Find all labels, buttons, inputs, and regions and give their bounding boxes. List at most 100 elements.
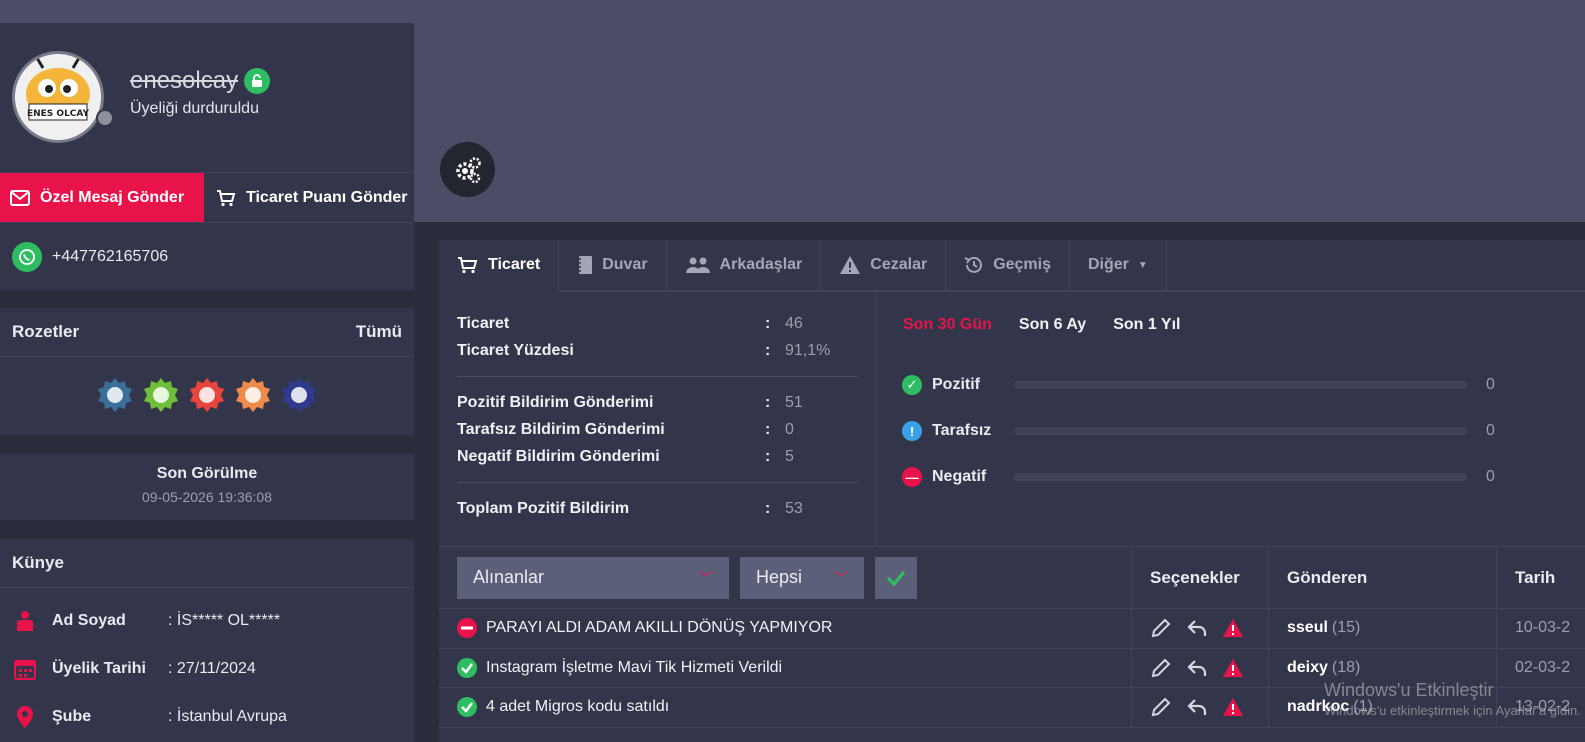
tab-label: Arkadaşlar [719,256,803,273]
feedback-title-cell: 4 adet Migros kodu satıldı [439,688,1132,727]
type-select-value: Alınanlar [473,567,545,587]
stat-row: Ticaret:46 [457,310,858,337]
tab-trade[interactable]: Ticaret [439,240,560,292]
positive-status-icon [457,657,477,678]
thumbs-up-badge-icon[interactable] [235,377,271,413]
period-6-months[interactable]: Son 6 Ay [1019,316,1086,334]
history-icon [964,256,983,273]
stat-row: Ticaret Yüzdesi:91,1% [457,337,858,364]
folder-badge-icon[interactable] [143,377,179,413]
table-filters: Alınanlar ﹀ Hepsi ﹀ [439,547,1132,608]
profile-tabs: Ticaret Duvar Arkadaşlar Cezalar Geçmiş … [439,240,1585,292]
stat-value: 5 [785,447,794,465]
positive-status-icon [457,697,477,718]
date-cell: 10-03-2 [1515,619,1571,637]
svg-text:ENES OLCAY: ENES OLCAY [27,109,90,119]
stat-row: Toplam Pozitif Bildirim:53 [457,495,858,522]
profile-sidebar: ENES OLCAY enesolcay Üyeliği durduruldu … [0,23,414,742]
sender-name[interactable]: nadrkoc [1287,698,1349,716]
avatar[interactable]: ENES OLCAY [12,51,104,143]
stat-value: 53 [785,499,803,517]
feedback-title-cell: Instagram İşletme Mavi Tik Hizmeti Veril… [439,648,1132,687]
sender-cell[interactable]: sseul (15) [1269,609,1497,648]
rating-label: Negatif [932,468,987,485]
sender-cell[interactable]: deixy (18) [1269,648,1497,687]
profile-card: ENES OLCAY enesolcay Üyeliği durduruldu [0,23,414,173]
report-warning-icon[interactable] [1222,657,1244,679]
trade-panel: Ticaret Duvar Arkadaşlar Cezalar Geçmiş … [439,240,1585,742]
stat-value: 46 [785,314,803,332]
table-row[interactable]: 4 adet Migros kodu satıldı nadrkoc (1) 13-0… [439,688,1585,728]
tab-other[interactable]: Diğer ▼ [1070,240,1167,290]
feedback-title: Instagram İşletme Mavi Tik Hizmeti Veril… [486,658,783,676]
kunye-value: : İS***** OL***** [168,612,281,629]
calendar-icon [12,658,38,680]
edit-pencil-icon[interactable] [1150,617,1172,639]
stat-value: 51 [785,393,803,411]
settings-button[interactable] [440,142,495,197]
sender-count: (15) [1331,619,1361,637]
tab-history[interactable]: Geçmiş [946,240,1070,290]
col-sender[interactable]: Gönderen [1269,547,1497,608]
sender-cell[interactable]: nadrkoc (1) [1269,688,1497,727]
kunye-label: Üyelik Tarihi [52,660,146,677]
col-date[interactable]: Tarih [1497,547,1585,608]
stat-colon: : [765,499,771,517]
reply-icon[interactable] [1186,617,1208,639]
phone-row[interactable]: +447762165706 [0,223,414,290]
chat-badge-icon[interactable] [97,377,133,413]
stat-label: Toplam Pozitif Bildirim [457,499,630,517]
badges-all-link[interactable]: Tümü [356,322,402,342]
rating-label: Tarafsız [932,422,992,439]
caret-down-icon: ▼ [1137,259,1148,271]
report-warning-icon[interactable] [1222,617,1244,639]
scope-select[interactable]: Hepsi ﹀ [740,556,864,599]
cart-icon [217,189,236,206]
rating-count: 0 [1486,468,1495,485]
divider [457,376,858,377]
sender-name[interactable]: sseul [1287,619,1328,637]
apply-filter-button[interactable] [875,556,917,599]
reply-icon[interactable] [1186,657,1208,679]
stat-label: Negatif Bildirim Gönderimi [457,447,660,465]
tab-label: Cezalar [870,256,928,273]
kunye-card: Künye Ad Soyad : İS***** OL***** Üyelik … [0,539,414,742]
tab-friends[interactable]: Arkadaşlar [667,240,822,290]
tab-penalties[interactable]: Cezalar [821,240,947,290]
date-cell: 02-03-2 [1515,658,1571,676]
report-warning-icon[interactable] [1222,696,1244,718]
sender-name[interactable]: deixy [1287,659,1328,677]
feedback-options-cell [1132,688,1269,727]
chevron-down-icon: ﹀ [699,569,713,586]
table-row[interactable]: PARAYI ALDI ADAM AKILLI DÖNÜŞ YAPMIYOR ss… [439,609,1585,649]
handshake-badge-icon[interactable] [189,377,225,413]
negative-status-icon [457,618,477,639]
person-icon [12,610,38,632]
rating-label: Pozitif [932,376,980,393]
last-seen-title: Son Görülme [156,465,258,482]
table-row[interactable]: Instagram İşletme Mavi Tik Hizmeti Veril… [439,648,1585,688]
stat-label: Pozitif Bildirim Gönderimi [457,393,654,411]
tab-label: Ticaret [488,256,541,273]
trade-stats: Ticaret:46 Ticaret Yüzdesi:91,1% Pozitif… [439,292,877,546]
smiley-badge-icon[interactable] [281,377,317,413]
feedback-options-cell [1132,609,1269,648]
kunye-label: Şube [52,708,92,725]
tab-wall[interactable]: Duvar [559,240,667,290]
rating-status-icon: ✓ [902,375,922,395]
feedback-title-cell: PARAYI ALDI ADAM AKILLI DÖNÜŞ YAPMIYOR [439,609,1132,648]
period-30-days[interactable]: Son 30 Gün [903,316,992,334]
type-select[interactable]: Alınanlar ﹀ [457,556,729,599]
warning-icon [840,256,861,274]
unlock-icon [244,68,271,94]
period-1-year[interactable]: Son 1 Yıl [1113,316,1180,334]
kunye-label: Ad Soyad [52,612,126,629]
edit-pencil-icon[interactable] [1150,696,1172,718]
tab-label: Diğer [1088,256,1129,273]
reply-icon[interactable] [1186,696,1208,718]
stat-value: 0 [785,420,794,438]
edit-pencil-icon[interactable] [1150,657,1172,679]
send-message-button[interactable]: Özel Mesaj Gönder [0,173,204,222]
kunye-row-name: Ad Soyad : İS***** OL***** [0,597,414,645]
send-trade-point-button[interactable]: Ticaret Puanı Gönder [204,173,414,222]
